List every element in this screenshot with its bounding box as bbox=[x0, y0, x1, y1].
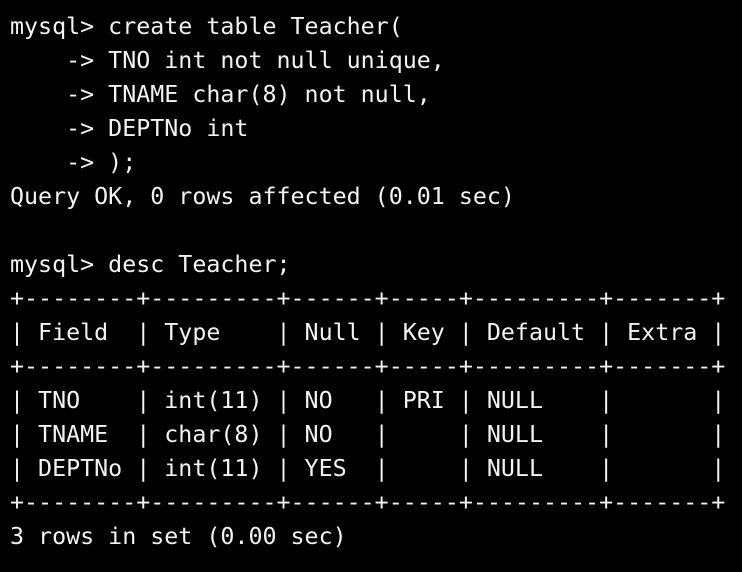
continuation-line-tname: -> TNAME char(8) not null, bbox=[10, 81, 431, 108]
table-border-bottom: +--------+---------+------+-----+-------… bbox=[10, 489, 726, 516]
table-row: | TNAME | char(8) | NO | | NULL | | bbox=[10, 421, 726, 448]
table-row: | DEPTNo | int(11) | YES | | NULL | | bbox=[10, 455, 726, 482]
table-row: | TNO | int(11) | NO | PRI | NULL | | bbox=[10, 387, 726, 414]
prompt-create-table: mysql> create table Teacher( bbox=[10, 13, 403, 40]
continuation-line-tno: -> TNO int not null unique, bbox=[10, 47, 445, 74]
terminal-window[interactable]: mysql> create table Teacher( -> TNO int … bbox=[0, 0, 742, 572]
table-border-header: +--------+---------+------+-----+-------… bbox=[10, 353, 726, 380]
query-ok-message: Query OK, 0 rows affected (0.01 sec) bbox=[10, 183, 515, 210]
table-border-top: +--------+---------+------+-----+-------… bbox=[10, 285, 726, 312]
table-header-row: | Field | Type | Null | Key | Default | … bbox=[10, 319, 726, 346]
continuation-line-deptno: -> DEPTNo int bbox=[10, 115, 249, 142]
continuation-line-close: -> ); bbox=[10, 149, 137, 176]
prompt-desc-table: mysql> desc Teacher; bbox=[10, 251, 291, 278]
rows-in-set-message: 3 rows in set (0.00 sec) bbox=[10, 523, 347, 550]
